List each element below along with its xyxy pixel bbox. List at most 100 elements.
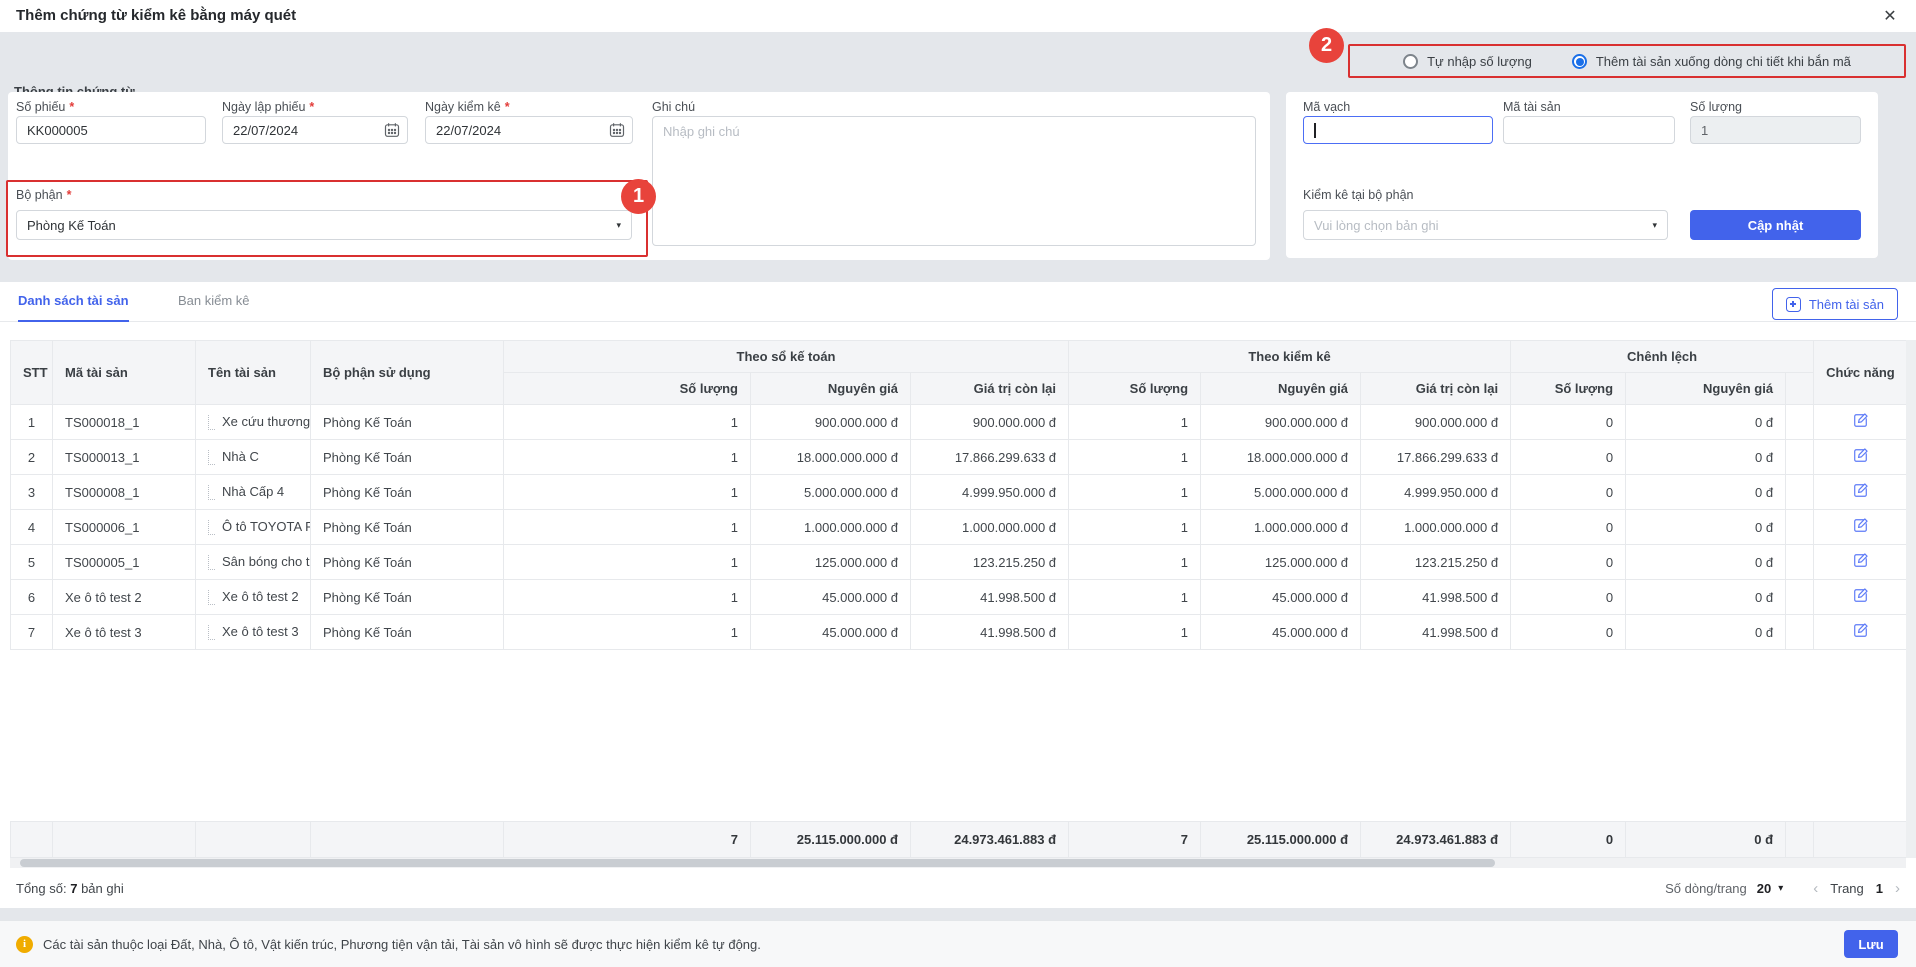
save-button[interactable]: Lưu <box>1844 930 1898 958</box>
update-button[interactable]: Cập nhật <box>1690 210 1861 240</box>
cell-chuc-nang <box>1813 579 1908 615</box>
edit-row-button[interactable] <box>1850 480 1871 504</box>
cell-theo-so-ke-toan: 900.000.000 đ <box>750 404 911 440</box>
edit-icon <box>1853 518 1868 532</box>
asset-name: Xe cứu thương 16 ... <box>222 413 311 429</box>
cell-ma-tai-san: TS000006_1 <box>52 509 196 545</box>
totals-empty-cell <box>310 821 504 858</box>
scan-mode-radio-group: Tự nhập số lượng Thêm tài sản xuống dòng… <box>1348 44 1906 78</box>
cell-theo-so-ke-toan: 125.000.000 đ <box>750 544 911 580</box>
radio-manual-quantity[interactable]: Tự nhập số lượng <box>1403 53 1532 69</box>
cell-chenh-lech: 0 <box>1510 474 1627 510</box>
cell-theo-so-ke-toan: 1.000.000.000 đ <box>750 509 911 545</box>
cell-theo-so-ke-toan: 123.215.250 đ <box>909 544 1070 580</box>
table-row: 2 TS000013_1 Nhà C Phòng Kế Toán 1 18.000.000… <box>10 439 1908 475</box>
horizontal-scrollbar-thumb[interactable] <box>20 859 1495 867</box>
tab-danh-sach-tai-san[interactable]: Danh sách tài sản <box>18 282 129 322</box>
ngay-lap-phieu-label: Ngày lập phiếu <box>222 100 314 114</box>
cell-spacer <box>1785 509 1815 545</box>
group-chenh-lech: Chênh lệch <box>1510 340 1815 373</box>
cell-theo-so-ke-toan: 1 <box>503 614 751 650</box>
cell-spacer <box>1785 544 1815 580</box>
asset-name: Sân bóng cho trẻ <box>222 553 310 569</box>
row-handle-icon <box>208 590 215 606</box>
cell-theo-kiem-ke: 1 <box>1068 439 1202 475</box>
document-fields-card: Số phiếu Ngày lập phiếu Ngày kiểm kê Ghi… <box>8 92 1270 260</box>
cell-theo-so-ke-toan: 1 <box>503 509 751 545</box>
bo-phan-select[interactable]: Phòng Kế Toán ▾ <box>16 210 632 240</box>
total-theo-so-ke-toan: 24.973.461.883 đ <box>909 821 1070 858</box>
so-luong-input[interactable] <box>1690 116 1861 144</box>
tab-ban-kiem-ke[interactable]: Ban kiểm kê <box>178 282 250 322</box>
asset-name: Xe ô tô test 3 <box>222 623 299 639</box>
cell-theo-kiem-ke: 125.000.000 đ <box>1200 544 1362 580</box>
edit-row-button[interactable] <box>1850 445 1871 469</box>
rows-per-page-select[interactable]: 20 ▾ <box>1757 881 1784 896</box>
empty-table-space <box>10 649 1907 822</box>
kiem-ke-tai-bo-phan-select[interactable]: Vui lòng chọn bản ghi ▾ <box>1303 210 1668 240</box>
ma-vach-input[interactable] <box>1303 116 1493 144</box>
edit-icon <box>1853 448 1868 462</box>
cell-theo-kiem-ke: 41.998.500 đ <box>1360 614 1512 650</box>
cell-theo-kiem-ke: 1 <box>1068 474 1202 510</box>
radio-add-asset-per-scan[interactable]: Thêm tài sản xuống dòng chi tiết khi bắn… <box>1571 53 1851 69</box>
cell-ten-tai-san: Sân bóng cho trẻ <box>195 544 311 580</box>
empty-cell <box>10 649 1907 822</box>
cell-theo-kiem-ke: 18.000.000.000 đ <box>1200 439 1362 475</box>
plus-icon <box>1785 296 1801 312</box>
cell-chuc-nang <box>1813 544 1908 580</box>
row-handle-icon <box>208 555 215 571</box>
ngay-lap-phieu-input[interactable] <box>222 116 408 144</box>
ghi-chu-textarea[interactable] <box>652 116 1256 246</box>
cell-bo-phan-su-dung: Phòng Kế Toán <box>310 439 504 475</box>
edit-row-button[interactable] <box>1850 515 1871 539</box>
cell-chuc-nang <box>1813 474 1908 510</box>
add-asset-button[interactable]: Thêm tài sản <box>1771 288 1898 320</box>
total-chenh-lech: 0 đ <box>1625 821 1787 858</box>
subcol-so-luong: Số lượng <box>503 372 751 405</box>
edit-icon <box>1853 623 1868 637</box>
subcol-nguyen-gia: Nguyên giá <box>1200 372 1362 405</box>
close-icon[interactable]: ✕ <box>1878 5 1902 29</box>
total-theo-so-ke-toan: 7 <box>503 821 751 858</box>
edit-row-button[interactable] <box>1850 620 1871 644</box>
cell-spacer <box>1785 579 1815 615</box>
total-theo-so-ke-toan: 25.115.000.000 đ <box>750 821 911 858</box>
cell-theo-kiem-ke: 1.000.000.000 đ <box>1200 509 1362 545</box>
asset-table: STT Mã tài sản Tên tài sản Bộ phận sử dụ… <box>10 340 1908 858</box>
table-row: 3 TS000008_1 Nhà Cấp 4 Phòng Kế Toán 1 5.000.… <box>10 474 1908 510</box>
vertical-scrollbar[interactable] <box>1906 340 1916 858</box>
cell-theo-so-ke-toan: 1.000.000.000 đ <box>909 509 1070 545</box>
cell-theo-kiem-ke: 5.000.000.000 đ <box>1200 474 1362 510</box>
cell-theo-kiem-ke: 1 <box>1068 579 1202 615</box>
so-phieu-label: Số phiếu <box>16 100 74 114</box>
row-handle-icon <box>208 625 215 641</box>
radio-label: Tự nhập số lượng <box>1427 53 1532 69</box>
row-handle-icon <box>208 520 215 536</box>
edit-icon <box>1853 413 1868 427</box>
cell-theo-kiem-ke: 1 <box>1068 614 1202 650</box>
col-chuc-nang: Chức năng <box>1813 340 1908 405</box>
cell-stt: 6 <box>10 579 53 615</box>
ma-tai-san-label: Mã tài sản <box>1503 100 1561 114</box>
next-page-icon[interactable]: › <box>1895 880 1900 897</box>
edit-row-button[interactable] <box>1850 550 1871 574</box>
so-phieu-input[interactable] <box>16 116 206 144</box>
cell-spacer <box>1785 404 1815 440</box>
ma-tai-san-input[interactable] <box>1503 116 1675 144</box>
prev-page-icon[interactable]: ‹ <box>1813 880 1818 897</box>
ngay-kiem-ke-input[interactable] <box>425 116 633 144</box>
cell-ten-tai-san: Xe ô tô test 3 <box>195 614 311 650</box>
cell-chenh-lech: 0 đ <box>1625 404 1787 440</box>
group-theo-so-ke-toan: Theo sổ kế toán <box>502 340 1070 373</box>
cell-spacer <box>1785 821 1815 858</box>
cell-chenh-lech: 0 <box>1510 544 1627 580</box>
edit-row-button[interactable] <box>1850 410 1871 434</box>
cell-ten-tai-san: Xe ô tô test 2 <box>195 579 311 615</box>
table-row: 6 Xe ô tô test 2 Xe ô tô test 2 Phòng Kế To… <box>10 579 1908 615</box>
cell-theo-so-ke-toan: 1 <box>503 579 751 615</box>
horizontal-scrollbar-track <box>10 858 1906 868</box>
cell-ma-tai-san: TS000005_1 <box>52 544 196 580</box>
edit-row-button[interactable] <box>1850 585 1871 609</box>
scanner-fields-card: Mã vạch Mã tài sản Số lượng Kiểm kê tại … <box>1286 92 1878 258</box>
